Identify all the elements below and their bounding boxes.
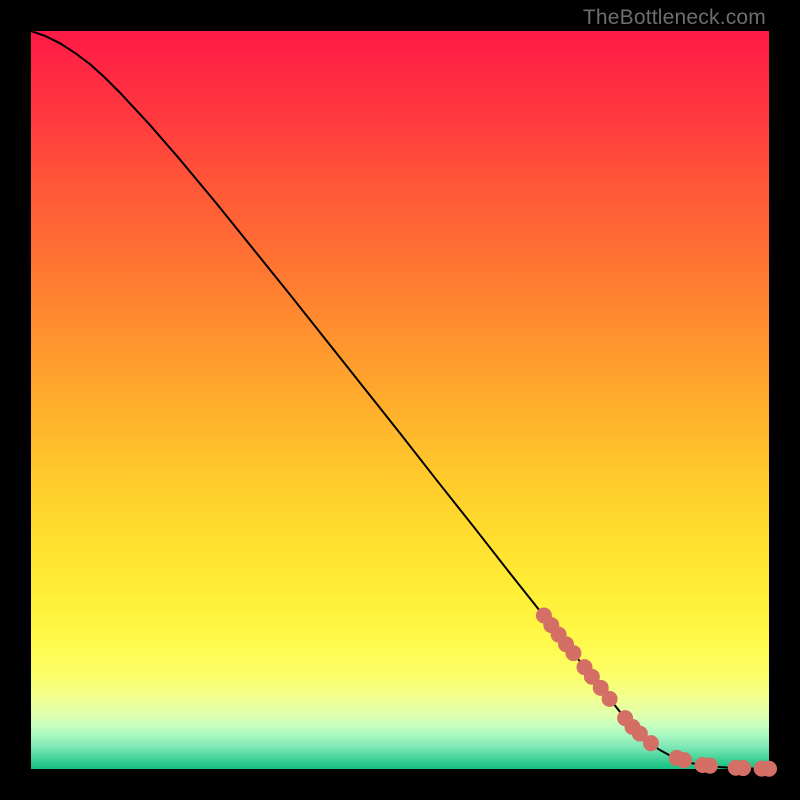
curve-line [31,31,769,769]
chart-overlay [31,31,769,769]
chart-frame: TheBottleneck.com [0,0,800,800]
data-marker [676,752,692,768]
data-marker [735,760,751,776]
data-marker [702,758,718,774]
marker-group [536,608,777,777]
watermark-text: TheBottleneck.com [583,6,766,30]
data-marker [565,645,581,661]
data-marker [643,735,659,751]
data-marker [761,761,777,777]
data-marker [602,691,618,707]
